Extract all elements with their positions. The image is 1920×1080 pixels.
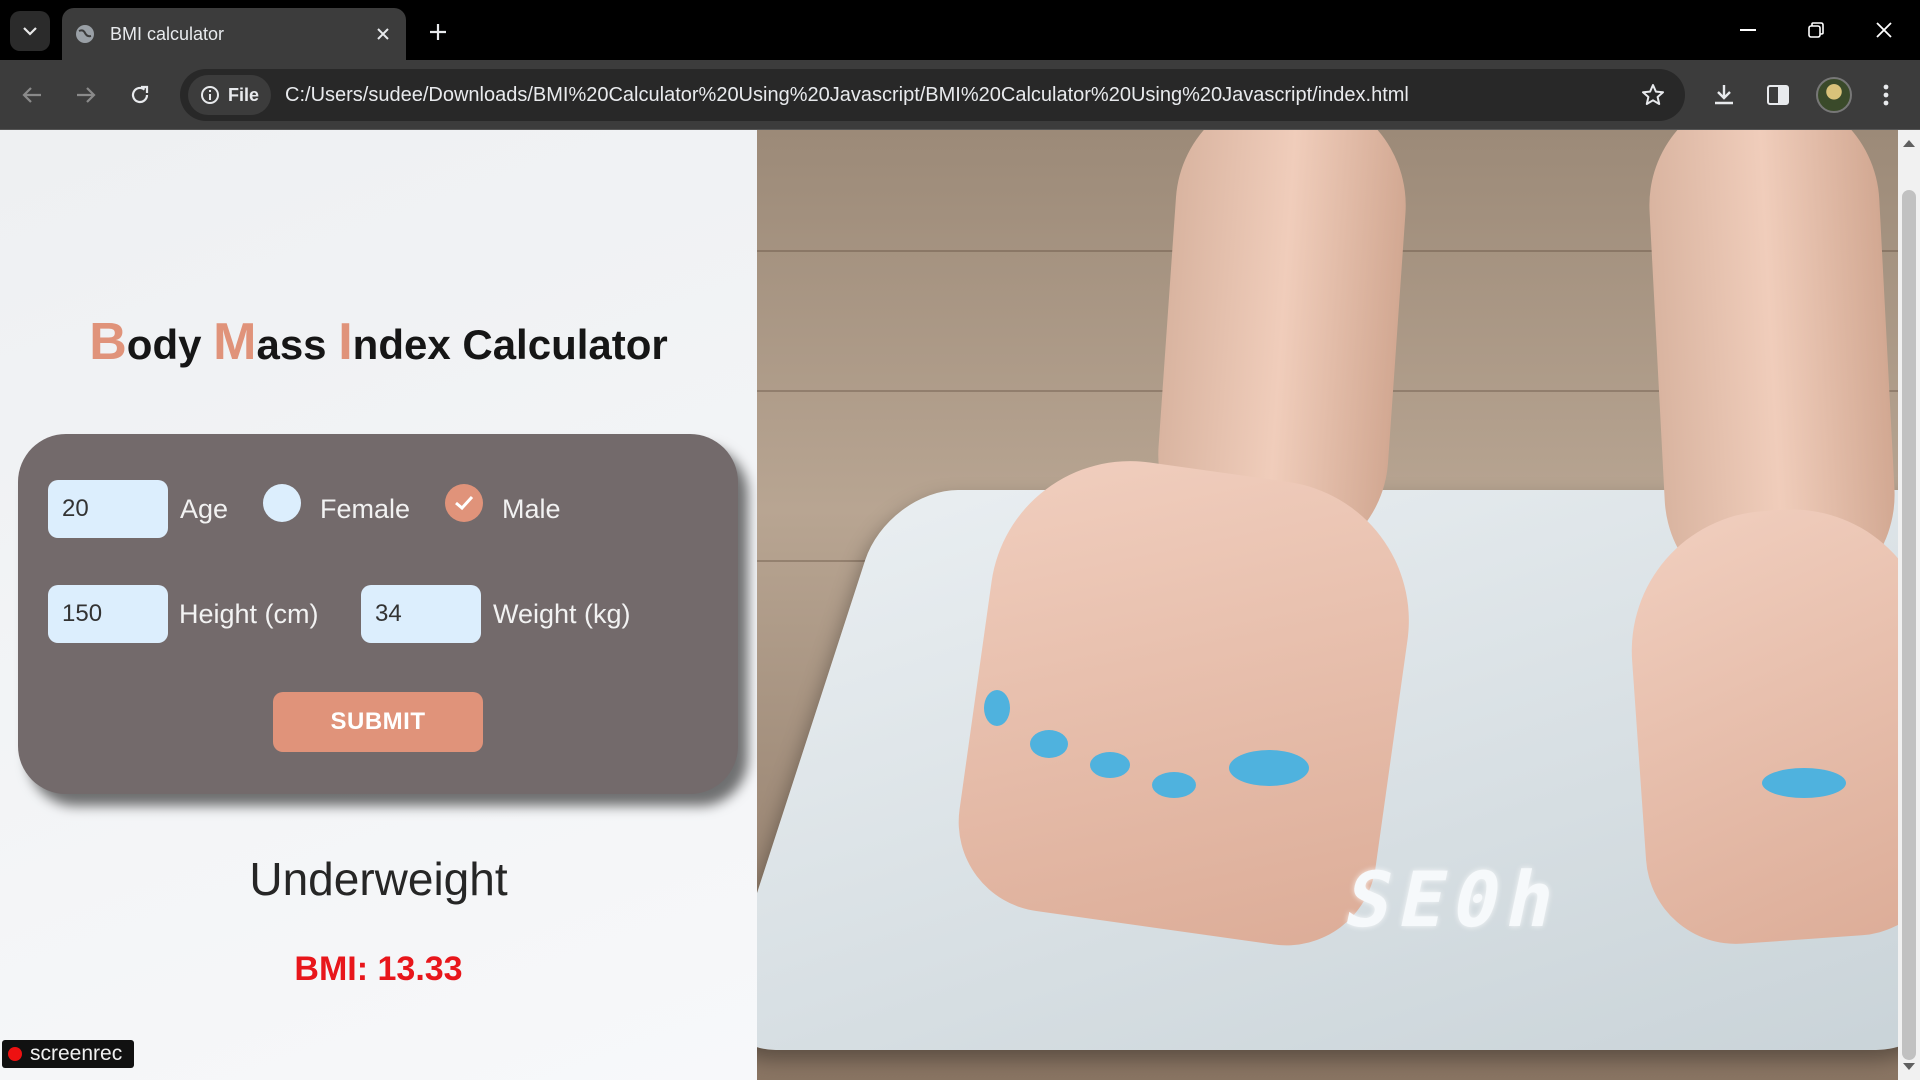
restore-button[interactable]	[1786, 8, 1846, 52]
downloads-button[interactable]	[1706, 77, 1742, 113]
close-tab-icon[interactable]	[368, 19, 398, 49]
close-window-button[interactable]	[1854, 8, 1914, 52]
page-title: Body Mass Index Calculator	[0, 312, 757, 372]
url-text[interactable]: C:/Users/sudee/Downloads/BMI%20Calculato…	[285, 84, 1409, 107]
page-scrollbar[interactable]	[1898, 130, 1920, 1080]
title-part-ody: ody	[126, 321, 214, 368]
title-letter-m: M	[213, 313, 257, 371]
forward-button[interactable]	[68, 77, 104, 113]
bmi-form-card: Age Female Male Height (cm) Weight (kg) …	[18, 434, 738, 794]
arrow-right-icon	[77, 87, 96, 103]
weight-input[interactable]	[361, 585, 481, 643]
height-label: Height (cm)	[179, 599, 319, 629]
side-panel-button[interactable]	[1760, 77, 1796, 113]
weight-label: Weight (kg)	[493, 599, 631, 629]
female-radio[interactable]	[263, 484, 301, 522]
height-input[interactable]	[48, 585, 168, 643]
reload-icon	[131, 85, 149, 104]
bmi-category: Underweight	[249, 853, 508, 905]
male-label: Male	[502, 494, 561, 524]
title-letter-b: B	[89, 313, 127, 371]
minimize-button[interactable]	[1718, 8, 1778, 52]
info-icon	[201, 86, 219, 104]
bmi-value: BMI: 13.33	[294, 950, 463, 988]
female-label: Female	[320, 494, 411, 524]
page-content: Body Mass Index Calculator Age Female Ma…	[0, 130, 1898, 1080]
screen-recorder-badge: screenrec	[2, 1040, 135, 1068]
age-label: Age	[180, 494, 229, 524]
side-panel-icon	[1767, 85, 1789, 105]
scale-display-text: SE0h	[1337, 855, 1572, 944]
bookmark-star-button[interactable]	[1637, 79, 1669, 111]
submit-button[interactable]: SUBMIT	[273, 692, 483, 752]
arrow-left-icon	[22, 87, 41, 103]
reload-button[interactable]	[122, 77, 158, 113]
site-chip-label: File	[228, 84, 260, 105]
address-bar[interactable]: File C:/Users/sudee/Downloads/BMI%20Calc…	[180, 69, 1685, 121]
male-radio[interactable]	[445, 484, 483, 522]
recorder-label: screenrec	[30, 1042, 123, 1065]
record-dot-icon	[8, 1047, 22, 1061]
plus-icon	[430, 24, 446, 40]
scroll-down-arrow[interactable]	[1903, 1063, 1915, 1070]
checkmark-icon	[455, 495, 474, 511]
tab-search-button[interactable]	[10, 11, 50, 51]
right-foot	[1622, 500, 1898, 950]
hero-photo: SE0h	[757, 130, 1898, 1080]
menu-button[interactable]	[1868, 77, 1904, 113]
star-icon	[1642, 84, 1664, 105]
age-input[interactable]	[48, 480, 168, 538]
globe-icon	[74, 23, 96, 45]
scrollbar-thumb[interactable]	[1902, 190, 1916, 1060]
back-button[interactable]	[14, 77, 50, 113]
download-icon	[1715, 85, 1733, 105]
close-icon	[1876, 22, 1892, 38]
new-tab-button[interactable]	[420, 14, 456, 50]
tab-strip: BMI calculator	[0, 0, 1920, 60]
active-tab[interactable]: BMI calculator	[62, 8, 406, 60]
kebab-menu-icon	[1883, 84, 1889, 106]
minimize-icon	[1740, 29, 1756, 31]
chevron-down-icon	[23, 27, 37, 36]
title-part-ndex: ndex Calculator	[352, 321, 668, 368]
restore-icon	[1808, 22, 1824, 38]
title-letter-i: I	[338, 313, 353, 371]
site-info-chip[interactable]: File	[188, 75, 272, 115]
calculator-panel: Body Mass Index Calculator Age Female Ma…	[0, 130, 757, 1080]
profile-avatar[interactable]	[1816, 77, 1852, 113]
title-part-ass: ass	[256, 321, 339, 368]
browser-toolbar: File C:/Users/sudee/Downloads/BMI%20Calc…	[0, 60, 1920, 130]
scroll-up-arrow[interactable]	[1903, 140, 1915, 147]
tab-title: BMI calculator	[110, 23, 225, 44]
